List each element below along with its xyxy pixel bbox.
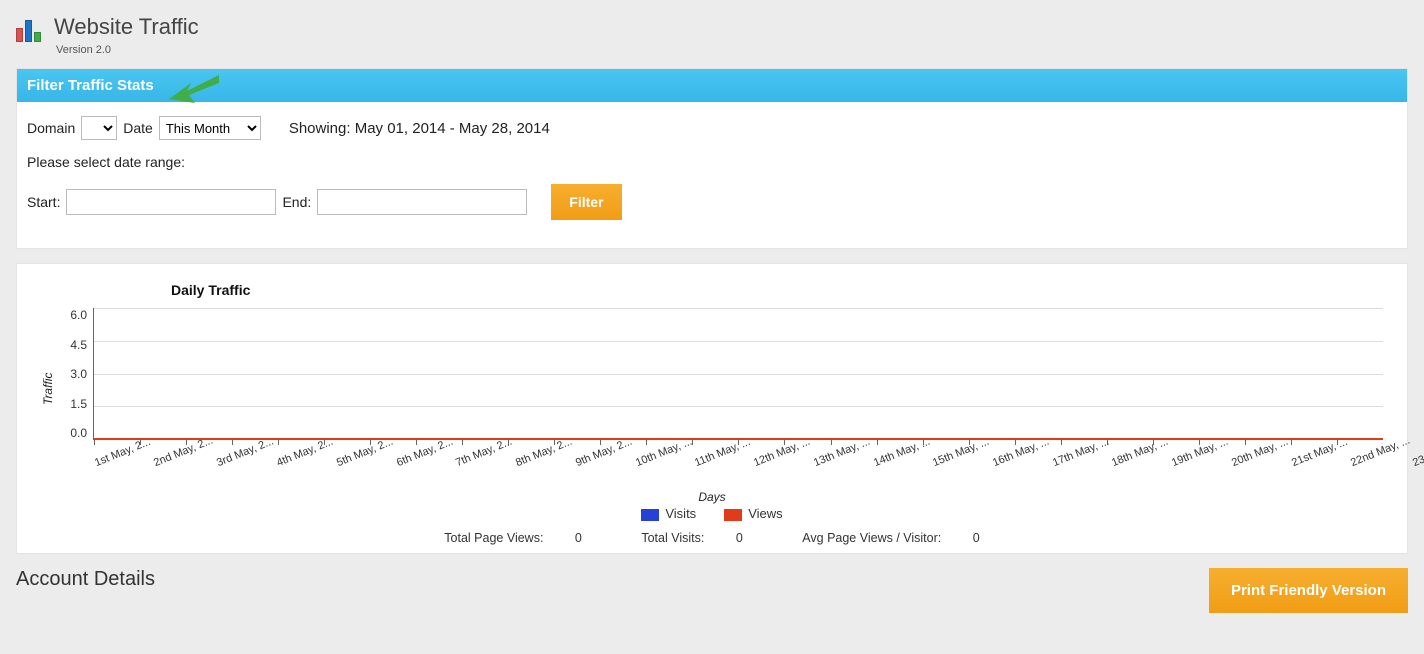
- summary-avg: Avg Page Views / Visitor: 0: [788, 531, 993, 545]
- y-tick: 6.0: [70, 308, 87, 322]
- account-details-heading: Account Details: [16, 568, 155, 591]
- chart-plot: [93, 308, 1383, 440]
- bar-chart-icon: [16, 18, 44, 42]
- page-title: Website Traffic: [54, 14, 199, 40]
- chart-x-label: Days: [41, 490, 1383, 504]
- filter-panel-title: Filter Traffic Stats: [27, 77, 154, 94]
- summary-total-visits: Total Visits: 0: [627, 531, 756, 545]
- domain-label: Domain: [27, 120, 75, 136]
- chart-y-label: Traffic: [41, 308, 59, 440]
- y-tick: 4.5: [70, 338, 87, 352]
- page-header: Website Traffic Version 2.0: [16, 10, 1408, 68]
- footer-row: Account Details Print Friendly Version: [16, 568, 1408, 613]
- legend-visits: Visits: [641, 506, 696, 521]
- y-tick: 0.0: [70, 426, 87, 440]
- date-select[interactable]: This Month: [159, 116, 261, 140]
- filter-panel-header: Filter Traffic Stats: [17, 69, 1407, 102]
- page-version: Version 2.0: [56, 44, 199, 56]
- y-tick: 3.0: [70, 367, 87, 381]
- filter-panel: Filter Traffic Stats Domain Date This Mo…: [16, 68, 1408, 249]
- x-tick: 23rd May, ...: [1411, 435, 1424, 469]
- chart-title: Daily Traffic: [171, 282, 1383, 298]
- chart-x-axis: 1st May, 2...2nd May, 2...3rd May, 2...4…: [93, 446, 1383, 458]
- square-icon: [724, 509, 742, 521]
- showing-label: Showing: May 01, 2014 - May 28, 2014: [289, 120, 550, 137]
- chart-panel: Daily Traffic Traffic 6.0 4.5 3.0 1.5 0.0 1s…: [16, 263, 1408, 554]
- square-icon: [641, 509, 659, 521]
- summary-total-views: Total Page Views: 0: [430, 531, 596, 545]
- end-label: End:: [282, 194, 311, 210]
- start-label: Start:: [27, 194, 60, 210]
- end-date-input[interactable]: [317, 189, 527, 215]
- y-tick: 1.5: [70, 397, 87, 411]
- range-label: Please select date range:: [27, 154, 185, 170]
- chart-y-axis: 6.0 4.5 3.0 1.5 0.0: [59, 308, 93, 440]
- callout-arrow-icon: [169, 75, 219, 115]
- date-label: Date: [123, 120, 153, 136]
- print-friendly-button[interactable]: Print Friendly Version: [1209, 568, 1408, 613]
- chart-summary: Total Page Views: 0 Total Visits: 0 Avg …: [41, 531, 1383, 545]
- domain-select[interactable]: [81, 116, 117, 140]
- filter-button[interactable]: Filter: [551, 184, 621, 220]
- chart-legend: Visits Views: [41, 506, 1383, 521]
- legend-views: Views: [724, 506, 782, 521]
- start-date-input[interactable]: [66, 189, 276, 215]
